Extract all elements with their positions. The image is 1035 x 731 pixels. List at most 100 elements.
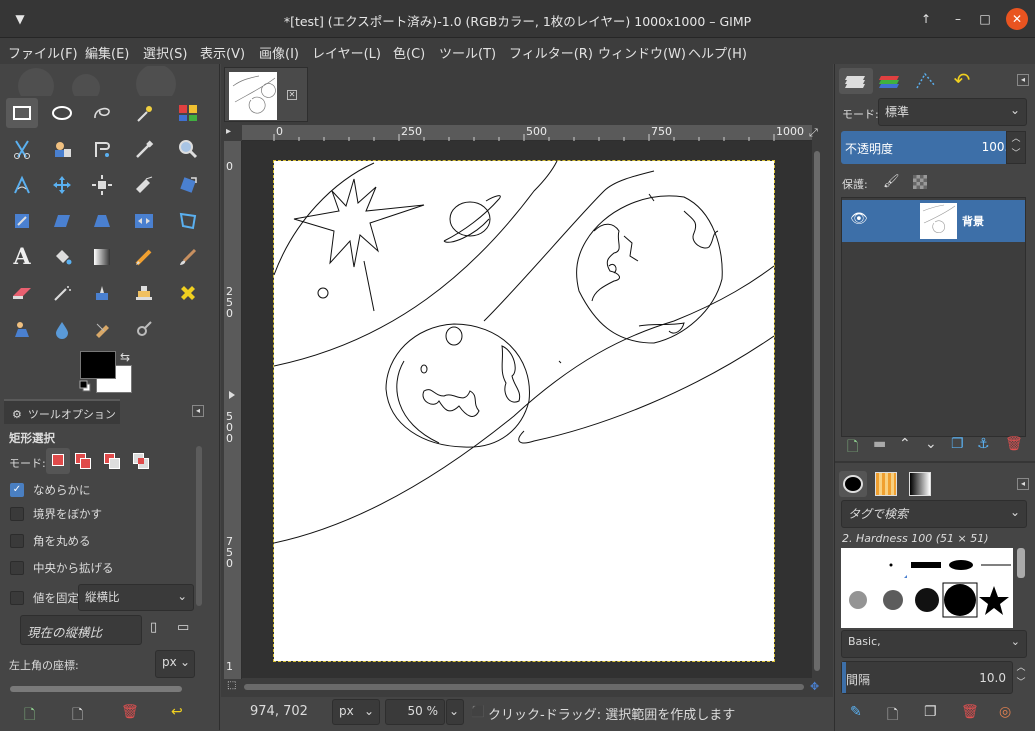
raise-layer-icon[interactable]: ⌃: [899, 436, 911, 452]
crop-tool-icon[interactable]: [128, 170, 160, 200]
color-picker-tool-icon[interactable]: [128, 134, 160, 164]
anchor-layer-icon[interactable]: ⚓: [977, 436, 990, 452]
brushes-tab-icon[interactable]: [839, 471, 867, 497]
select-by-color-tool-icon[interactable]: [172, 98, 204, 128]
menu-filters[interactable]: フィルター(R): [509, 43, 593, 62]
opacity-slider[interactable]: 不透明度 100.0: [841, 131, 1026, 164]
cage-transform-tool-icon[interactable]: [172, 206, 204, 236]
dodge-burn-tool-icon[interactable]: [128, 314, 160, 344]
reset-options-icon[interactable]: ↩: [171, 704, 183, 720]
duplicate-brush-icon[interactable]: ❐: [924, 704, 937, 720]
zoom-input[interactable]: 50 %: [385, 699, 445, 725]
new-brush-icon[interactable]: 🗋: [887, 704, 898, 728]
feather-checkbox[interactable]: [10, 507, 24, 521]
panel-menu-icon[interactable]: ◂: [1017, 478, 1029, 490]
tag-search-field[interactable]: タグで検索 ⌄: [841, 500, 1027, 528]
position-unit-select[interactable]: px ⌄: [155, 650, 195, 678]
menu-colors[interactable]: 色(C): [393, 43, 425, 62]
fixed-option[interactable]: 値を固定: [10, 590, 79, 606]
gradients-tab-icon[interactable]: [909, 472, 931, 496]
eraser-tool-icon[interactable]: [6, 278, 38, 308]
menu-help[interactable]: ヘルプ(H): [688, 43, 747, 62]
channels-tab-icon[interactable]: [875, 68, 905, 94]
undo-history-tab-icon[interactable]: ↶: [947, 68, 977, 94]
menu-layer[interactable]: レイヤー(L): [312, 43, 381, 62]
brush-preset-select[interactable]: Basic, ⌄: [841, 630, 1027, 658]
menu-view[interactable]: 表示(V): [200, 43, 245, 62]
mode-add-button[interactable]: [75, 453, 93, 469]
image-canvas[interactable]: [273, 160, 775, 662]
round-corners-checkbox[interactable]: [10, 534, 24, 548]
zoom-dropdown[interactable]: ⌄: [446, 699, 464, 725]
ellipse-select-tool-icon[interactable]: [46, 98, 78, 128]
heal-tool-icon[interactable]: [172, 278, 204, 308]
expand-center-option[interactable]: 中央から拡げる: [10, 560, 114, 576]
panel-menu-icon[interactable]: ◂: [1017, 74, 1029, 86]
default-colors-icon[interactable]: [79, 380, 91, 392]
flip-tool-icon[interactable]: [128, 206, 160, 236]
lock-pixels-icon[interactable]: 🖌: [883, 174, 900, 189]
menu-select[interactable]: 選択(S): [143, 43, 187, 62]
refresh-brushes-icon[interactable]: ◎: [999, 704, 1011, 720]
minimize-icon[interactable]: –: [948, 9, 968, 29]
keep-above-icon[interactable]: ↑: [916, 9, 936, 29]
horizontal-ruler[interactable]: 0 250 500 750 1000: [242, 125, 812, 141]
round-corners-option[interactable]: 角を丸める: [10, 533, 91, 549]
quick-mask-menu-icon[interactable]: ▸: [226, 126, 231, 137]
opacity-spinner[interactable]: ︿ ﹀: [1006, 131, 1026, 164]
blur-tool-icon[interactable]: [46, 314, 78, 344]
lower-layer-icon[interactable]: ⌄: [925, 436, 937, 452]
text-tool-icon[interactable]: A: [6, 242, 38, 272]
menu-file[interactable]: ファイル(F): [8, 43, 78, 62]
alignment-tool-icon[interactable]: [86, 170, 118, 200]
vertical-scrollbar[interactable]: [813, 141, 821, 678]
scissors-select-tool-icon[interactable]: [6, 134, 38, 164]
expand-center-checkbox[interactable]: [10, 561, 24, 575]
delete-brush-icon[interactable]: 🗑: [961, 704, 979, 720]
tool-options-tab[interactable]: ⚙ ツールオプション: [4, 399, 120, 424]
airbrush-tool-icon[interactable]: [46, 278, 78, 308]
antialias-checkbox[interactable]: ✓: [10, 483, 24, 497]
rect-select-tool-icon[interactable]: [6, 98, 38, 128]
maximize-icon[interactable]: □: [975, 9, 995, 29]
bucket-fill-tool-icon[interactable]: [46, 242, 78, 272]
menu-tools[interactable]: ツール(T): [439, 43, 496, 62]
layer-row-background[interactable]: 👁 背景: [842, 200, 1025, 242]
free-select-tool-icon[interactable]: [86, 98, 118, 128]
gradient-tool-icon[interactable]: [86, 242, 118, 272]
ratio-landscape-icon[interactable]: ▭: [177, 620, 189, 635]
swap-colors-icon[interactable]: ⇆: [120, 350, 130, 364]
patterns-tab-icon[interactable]: [875, 472, 897, 496]
tool-options-scrollbar[interactable]: [196, 446, 202, 606]
tool-options-hscrollbar[interactable]: [10, 686, 182, 692]
unit-select[interactable]: px ⌄: [332, 699, 380, 725]
new-layer-icon[interactable]: 🗋: [847, 436, 858, 460]
panel-menu-icon[interactable]: ◂: [192, 405, 204, 417]
smudge-tool-icon[interactable]: [86, 314, 118, 344]
image-tab-test[interactable]: ✕: [224, 67, 308, 122]
save-options-icon[interactable]: 🗋: [24, 704, 35, 728]
fuzzy-select-tool-icon[interactable]: [128, 98, 160, 128]
antialias-option[interactable]: ✓ なめらかに: [10, 482, 91, 498]
duplicate-layer-icon[interactable]: ❐: [951, 436, 964, 452]
foreground-color-swatch[interactable]: [80, 351, 116, 379]
quick-mask-toggle-icon[interactable]: ⬚: [227, 680, 236, 691]
rotate-tool-icon[interactable]: [6, 206, 38, 236]
fixed-checkbox[interactable]: [10, 591, 24, 605]
feather-option[interactable]: 境界をぼかす: [10, 506, 102, 522]
pencil-tool-icon[interactable]: [128, 242, 160, 272]
paths-tab-icon[interactable]: [911, 68, 941, 94]
perspective-clone-tool-icon[interactable]: [6, 314, 38, 344]
layer-mode-select[interactable]: 標準 ⌄: [878, 98, 1027, 126]
ink-tool-icon[interactable]: [86, 278, 118, 308]
fixed-type-select[interactable]: 縦横比 ⌄: [78, 584, 194, 611]
delete-layer-icon[interactable]: 🗑: [1005, 436, 1023, 452]
horizontal-scrollbar[interactable]: [244, 684, 804, 690]
shear-tool-icon[interactable]: [46, 206, 78, 236]
restore-options-icon[interactable]: 🗋: [72, 704, 83, 728]
move-tool-icon[interactable]: [46, 170, 78, 200]
close-tab-icon[interactable]: ✕: [287, 90, 297, 100]
current-ratio-field[interactable]: 現在の縦横比: [20, 615, 142, 645]
close-icon[interactable]: ✕: [1006, 8, 1028, 30]
zoom-tool-icon[interactable]: [172, 134, 204, 164]
